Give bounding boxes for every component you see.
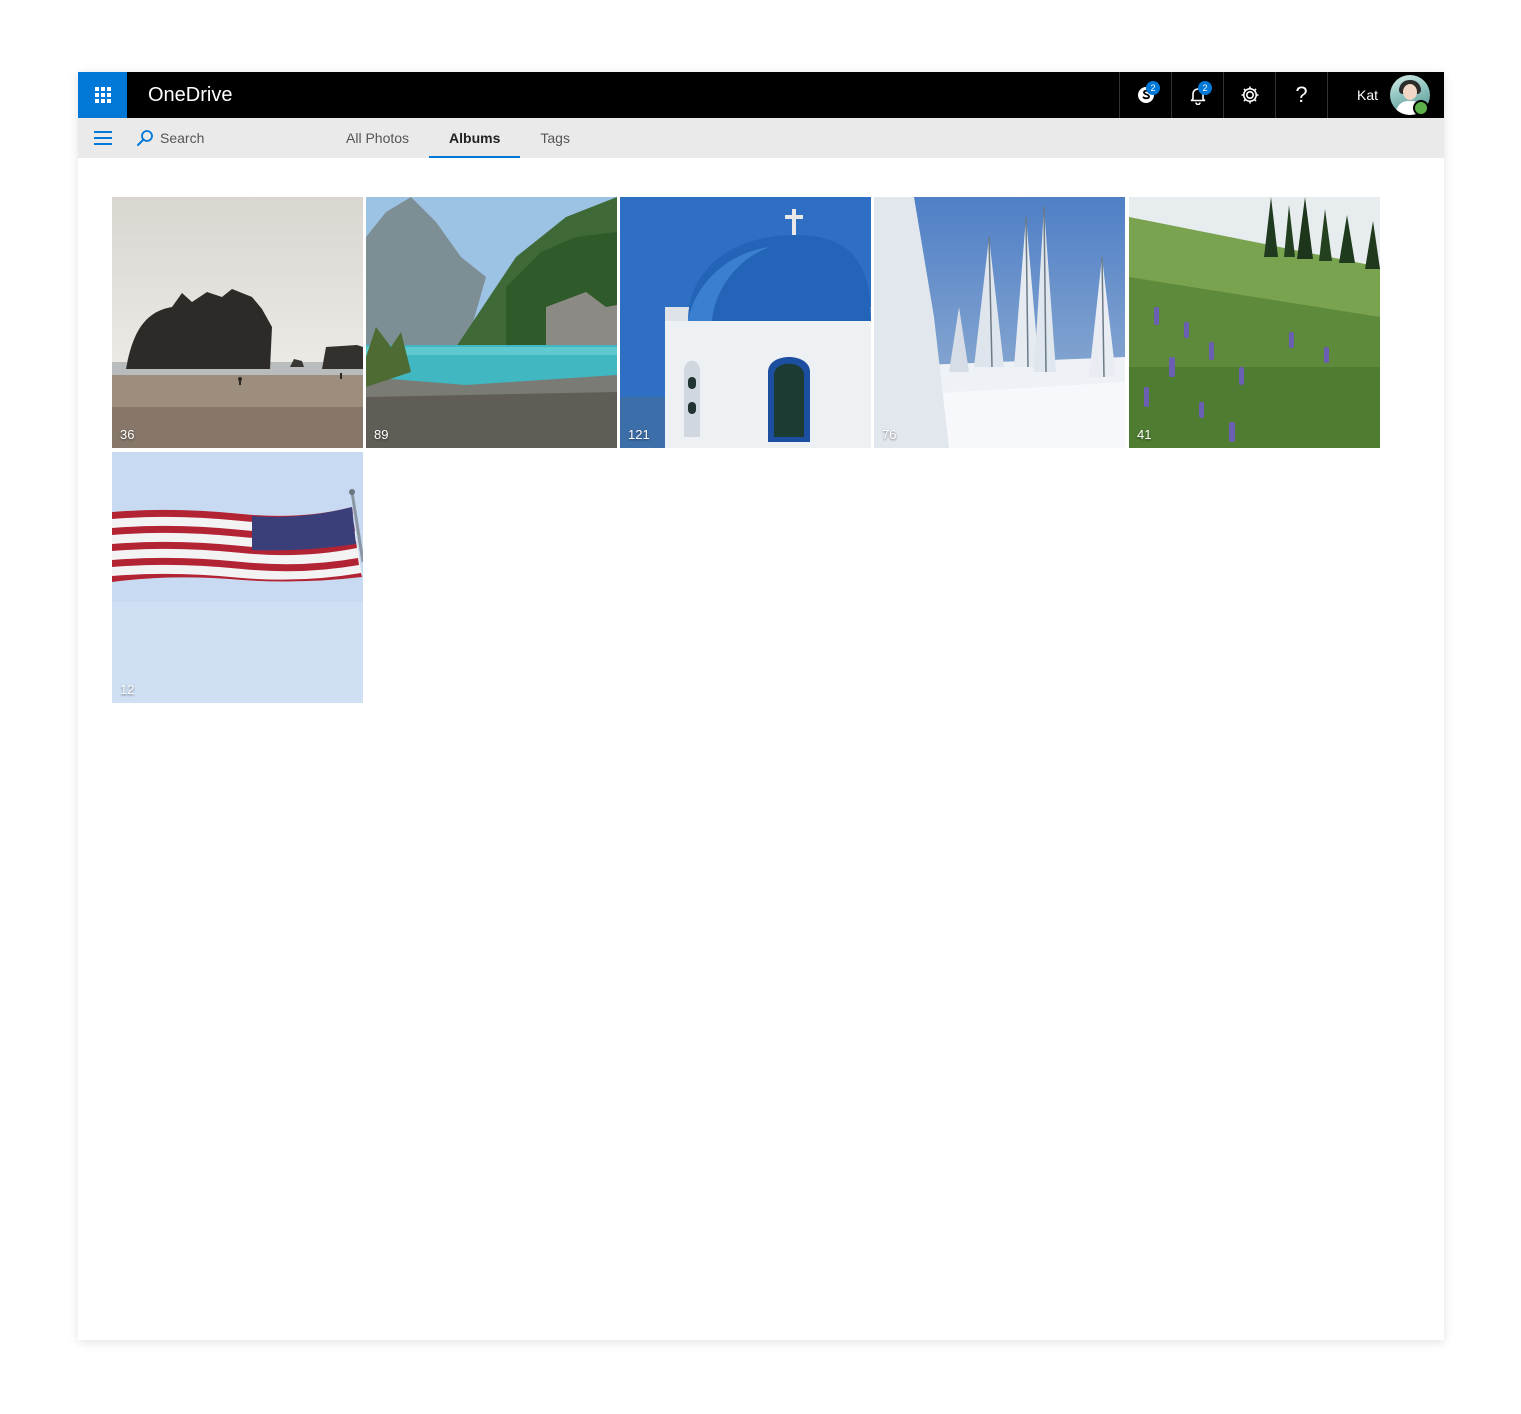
presence-status-icon <box>1413 100 1429 116</box>
album-photo-count: 89 <box>374 427 389 442</box>
view-tabs: All Photos Albums Tags <box>330 118 586 158</box>
album-thumbnail-meadow <box>1129 197 1380 448</box>
top-bar: OneDrive 2 2 ? Kat <box>78 72 1444 118</box>
album-tile[interactable]: 76 <box>874 197 1125 448</box>
album-tile[interactable]: 89 <box>366 197 617 448</box>
header-actions: 2 2 ? Kat <box>1119 72 1444 118</box>
gear-icon <box>1241 86 1258 104</box>
album-thumbnail-beach <box>112 197 363 448</box>
album-tile[interactable]: 36 <box>112 197 363 448</box>
search-placeholder: Search <box>160 130 205 146</box>
album-tile[interactable]: 121 <box>620 197 871 448</box>
album-tile[interactable]: 41 <box>1129 197 1380 448</box>
album-tile[interactable]: 12 <box>112 452 363 703</box>
album-photo-count: 121 <box>628 427 650 442</box>
account-button[interactable]: Kat <box>1327 72 1444 118</box>
onedrive-window: OneDrive 2 2 ? Kat Search All Photos Alb… <box>78 72 1444 1340</box>
user-name: Kat <box>1356 87 1378 103</box>
skype-button[interactable]: 2 <box>1119 72 1171 118</box>
album-thumbnail-snow <box>874 197 1125 448</box>
command-bar: Search All Photos Albums Tags <box>78 118 1444 158</box>
tab-albums[interactable]: Albums <box>429 118 521 158</box>
notifications-button[interactable]: 2 <box>1171 72 1223 118</box>
settings-button[interactable] <box>1223 72 1275 118</box>
album-thumbnail-chapel <box>620 197 871 448</box>
skype-badge: 2 <box>1146 81 1160 95</box>
notifications-badge: 2 <box>1198 81 1212 95</box>
app-title[interactable]: OneDrive <box>148 72 232 118</box>
album-photo-count: 41 <box>1137 427 1152 442</box>
search-input[interactable]: Search <box>136 118 204 158</box>
app-launcher-button[interactable] <box>78 72 127 118</box>
album-photo-count: 36 <box>120 427 135 442</box>
hamburger-menu-icon[interactable] <box>94 131 112 145</box>
waffle-icon <box>94 87 111 103</box>
album-photo-count: 12 <box>120 682 135 697</box>
tab-all-photos[interactable]: All Photos <box>334 118 421 158</box>
help-icon: ? <box>1295 82 1308 107</box>
search-icon <box>137 130 153 146</box>
album-thumbnail-lake <box>366 197 617 448</box>
album-photo-count: 76 <box>882 427 897 442</box>
tab-tags[interactable]: Tags <box>528 118 582 158</box>
help-button[interactable]: ? <box>1275 72 1327 118</box>
album-thumbnail-flag <box>112 452 363 703</box>
